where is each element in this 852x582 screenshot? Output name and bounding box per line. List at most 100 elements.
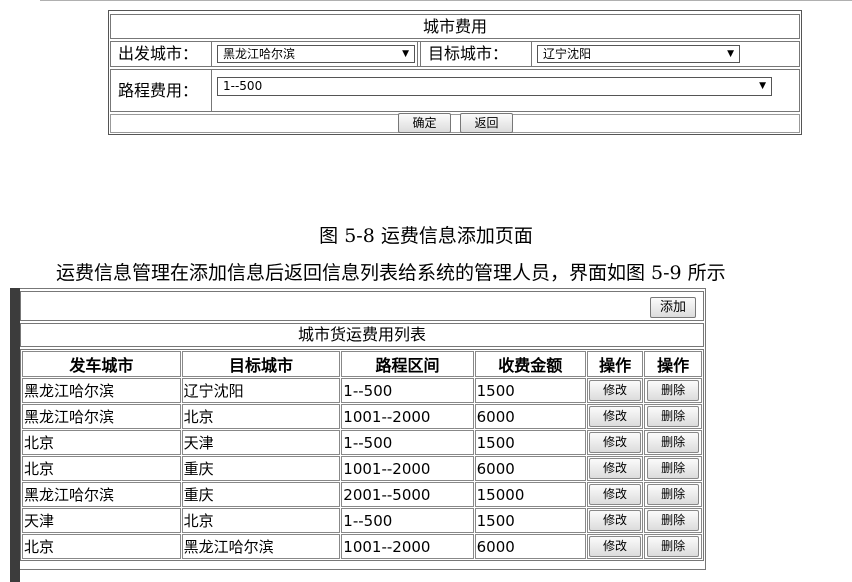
cell-edit: 修改 — [586, 378, 644, 403]
table-row: 北京 天津 1--500 1500 修改 删除 — [22, 430, 702, 455]
edit-button[interactable]: 修改 — [589, 432, 642, 453]
edit-button[interactable]: 修改 — [589, 484, 642, 505]
depart-city-value: 黑龙江哈尔滨 — [223, 47, 296, 61]
delete-button[interactable]: 删除 — [647, 484, 700, 505]
confirm-button[interactable]: 确定 — [398, 113, 451, 133]
cell-depart: 黑龙江哈尔滨 — [22, 482, 181, 507]
cell-range: 2001--5000 — [341, 482, 474, 507]
cell-target: 辽宁沈阳 — [181, 378, 341, 403]
table-header-row: 发车城市 目标城市 路程区间 收费金额 操作 操作 — [22, 351, 702, 377]
toolbar: 添加 — [20, 291, 704, 321]
table-row: 北京 黑龙江哈尔滨 1001--2000 6000 修改 删除 — [22, 534, 702, 559]
form-title: 城市费用 — [110, 14, 800, 39]
cell-target: 黑龙江哈尔滨 — [181, 534, 341, 559]
cell-range: 1--500 — [341, 430, 474, 455]
cell-target: 北京 — [181, 508, 341, 533]
col-header-depart: 发车城市 — [22, 351, 181, 377]
cell-amount: 1500 — [474, 508, 586, 533]
window-left-edge — [10, 288, 20, 582]
body-paragraph: 运费信息管理在添加信息后返回信息列表给系统的管理人员，界面如图 5-9 所示 — [56, 262, 726, 284]
chevron-down-icon: ▼ — [759, 81, 766, 91]
edit-button[interactable]: 修改 — [589, 536, 642, 557]
cell-delete: 删除 — [644, 508, 702, 533]
cell-depart: 黑龙江哈尔滨 — [22, 378, 181, 403]
cell-target: 重庆 — [181, 456, 341, 481]
cell-delete: 删除 — [644, 482, 702, 507]
cell-edit: 修改 — [586, 534, 644, 559]
cell-range: 1001--2000 — [341, 404, 474, 429]
cell-amount: 1500 — [474, 378, 586, 403]
fee-table: 发车城市 目标城市 路程区间 收费金额 操作 操作 黑龙江哈尔滨 辽宁沈阳 1-… — [20, 349, 704, 561]
cell-target: 北京 — [181, 404, 341, 429]
cell-amount: 6000 — [474, 456, 586, 481]
edit-button[interactable]: 修改 — [589, 458, 642, 479]
col-header-action: 操作 — [644, 351, 702, 377]
target-city-select[interactable]: 辽宁沈阳 ▼ — [537, 45, 740, 63]
chevron-down-icon: ▼ — [402, 49, 409, 59]
cell-amount: 6000 — [474, 534, 586, 559]
table-row: 黑龙江哈尔滨 北京 1001--2000 6000 修改 删除 — [22, 404, 702, 429]
delete-button[interactable]: 删除 — [647, 536, 700, 557]
edit-button[interactable]: 修改 — [589, 380, 642, 401]
cell-edit: 修改 — [586, 456, 644, 481]
top-divider — [40, 0, 852, 1]
delete-button[interactable]: 删除 — [647, 380, 700, 401]
cell-delete: 删除 — [644, 456, 702, 481]
target-city-label: 目标城市： — [420, 42, 532, 66]
depart-city-label: 出发城市： — [111, 42, 212, 66]
delete-button[interactable]: 删除 — [647, 432, 700, 453]
cell-amount: 6000 — [474, 404, 586, 429]
cost-cell: 1--500 ▼ — [212, 70, 799, 111]
table-row: 天津 北京 1--500 1500 修改 删除 — [22, 508, 702, 533]
depart-city-cell: 黑龙江哈尔滨 ▼ — [212, 42, 418, 66]
edit-button[interactable]: 修改 — [589, 510, 642, 531]
col-header-amount: 收费金额 — [474, 351, 586, 377]
edit-button[interactable]: 修改 — [589, 406, 642, 427]
form-actions: 确定 返回 — [110, 113, 800, 133]
table-row: 黑龙江哈尔滨 辽宁沈阳 1--500 1500 修改 删除 — [22, 378, 702, 403]
cell-range: 1--500 — [341, 378, 474, 403]
city-fee-form: 城市费用 出发城市： 黑龙江哈尔滨 ▼ 目标城市： 辽宁沈阳 ▼ 路程费用： 1… — [108, 10, 802, 135]
cell-delete: 删除 — [644, 430, 702, 455]
col-header-action: 操作 — [586, 351, 644, 377]
depart-city-select[interactable]: 黑龙江哈尔滨 ▼ — [217, 45, 415, 63]
cell-edit: 修改 — [586, 430, 644, 455]
route-row: 出发城市： 黑龙江哈尔滨 ▼ 目标城市： 辽宁沈阳 ▼ — [110, 41, 800, 67]
col-header-range: 路程区间 — [341, 351, 474, 377]
target-city-value: 辽宁沈阳 — [543, 47, 592, 61]
cost-range-select[interactable]: 1--500 ▼ — [217, 77, 772, 96]
back-button[interactable]: 返回 — [460, 113, 513, 133]
add-button[interactable]: 添加 — [650, 297, 696, 318]
cell-delete: 删除 — [644, 404, 702, 429]
cell-depart: 北京 — [22, 534, 181, 559]
cell-delete: 删除 — [644, 534, 702, 559]
chevron-down-icon: ▼ — [727, 49, 734, 59]
col-header-target: 目标城市 — [181, 351, 341, 377]
cell-depart: 天津 — [22, 508, 181, 533]
target-city-cell: 辽宁沈阳 ▼ — [532, 42, 799, 66]
table-row: 北京 重庆 1001--2000 6000 修改 删除 — [22, 456, 702, 481]
cost-range-value: 1--500 — [223, 79, 263, 93]
cell-range: 1001--2000 — [341, 456, 474, 481]
cost-label: 路程费用： — [111, 70, 212, 111]
cell-depart: 黑龙江哈尔滨 — [22, 404, 181, 429]
list-title: 城市货运费用列表 — [20, 323, 704, 347]
cell-delete: 删除 — [644, 378, 702, 403]
cell-range: 1--500 — [341, 508, 474, 533]
cell-depart: 北京 — [22, 456, 181, 481]
cell-range: 1001--2000 — [341, 534, 474, 559]
cell-amount: 1500 — [474, 430, 586, 455]
cell-amount: 15000 — [474, 482, 586, 507]
cell-depart: 北京 — [22, 430, 181, 455]
cell-target: 重庆 — [181, 482, 341, 507]
cell-edit: 修改 — [586, 482, 644, 507]
cell-edit: 修改 — [586, 508, 644, 533]
cell-edit: 修改 — [586, 404, 644, 429]
table-row: 黑龙江哈尔滨 重庆 2001--5000 15000 修改 删除 — [22, 482, 702, 507]
delete-button[interactable]: 删除 — [647, 406, 700, 427]
delete-button[interactable]: 删除 — [647, 510, 700, 531]
figure-caption: 图 5-8 运费信息添加页面 — [319, 225, 533, 247]
delete-button[interactable]: 删除 — [647, 458, 700, 479]
cost-row: 路程费用： 1--500 ▼ — [110, 69, 800, 112]
cell-target: 天津 — [181, 430, 341, 455]
